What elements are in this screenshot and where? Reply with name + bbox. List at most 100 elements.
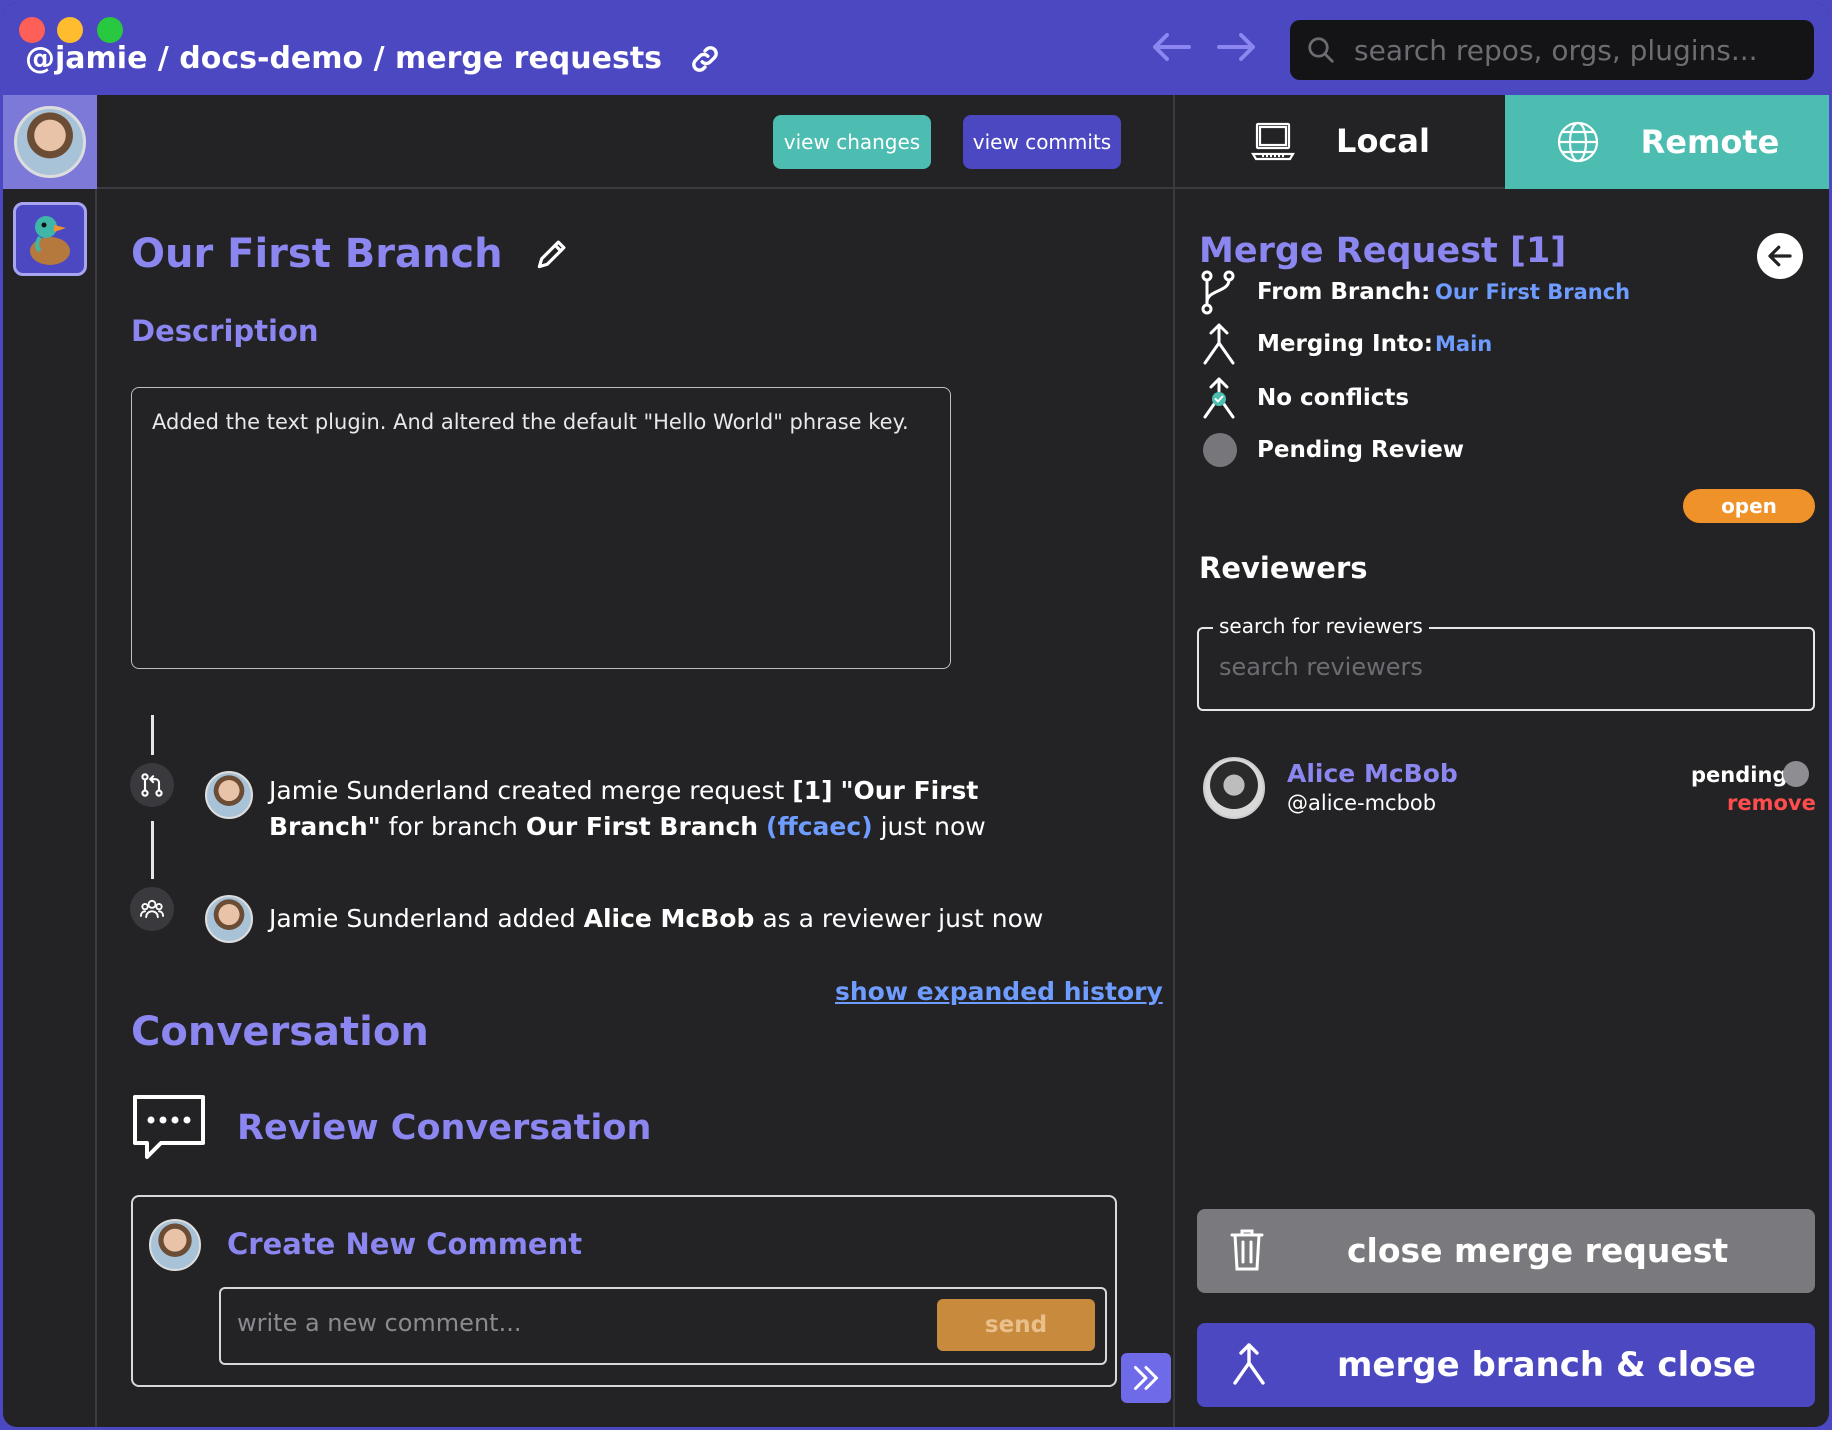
view-commits-button[interactable]: view commits — [963, 115, 1121, 169]
remove-reviewer-button[interactable]: remove — [1727, 791, 1816, 815]
conflicts-row: No conflicts — [1199, 373, 1409, 423]
merging-into-row: Merging Into: Main — [1199, 319, 1492, 369]
from-branch-row: From Branch: Our First Branch — [1199, 263, 1630, 321]
merge-branch-close-label: merge branch & close — [1337, 1345, 1756, 1385]
forward-arrow-icon[interactable] — [1213, 27, 1261, 67]
create-comment-card: Create New Comment send — [131, 1195, 1117, 1387]
view-changes-button[interactable]: view changes — [773, 115, 931, 169]
left-rail — [3, 95, 97, 1427]
reviewer-name[interactable]: Alice McBob — [1287, 759, 1458, 788]
center-toolbar: view changes view commits — [97, 95, 1175, 189]
event-time: just now — [872, 812, 986, 841]
pending-status-dot — [1203, 433, 1237, 467]
merge-icon — [1203, 323, 1235, 365]
reviewer-search-legend: search for reviewers — [1213, 614, 1429, 638]
review-conversation-label[interactable]: Review Conversation — [237, 1108, 651, 1148]
reviewer-search-field[interactable] — [1197, 627, 1815, 711]
tab-local[interactable]: Local — [1175, 95, 1505, 189]
review-status-row: Pending Review — [1199, 425, 1464, 475]
user-avatar[interactable] — [14, 106, 86, 178]
reviewer-handle: @alice-mcbob — [1287, 791, 1437, 815]
double-chevron-right-icon — [1134, 1366, 1158, 1390]
app-window: @jamie / docs-demo / merge requests sear… — [3, 3, 1829, 1427]
timeline-connector — [151, 821, 154, 879]
event-branch: Our First Branch — [525, 812, 759, 841]
merge-request-event-icon — [130, 763, 174, 807]
show-expanded-history-link[interactable]: show expanded history — [835, 977, 1163, 1006]
merge-request-title: Merge Request [1] — [1199, 231, 1567, 271]
reviewer-search-input[interactable] — [1219, 653, 1779, 681]
close-merge-request-label: close merge request — [1347, 1231, 1729, 1270]
expand-panel-button[interactable] — [1121, 1353, 1171, 1403]
event-avatar[interactable] — [205, 771, 253, 819]
reviewer-status-dot — [1783, 761, 1809, 787]
app-logo[interactable] — [13, 202, 87, 276]
laptop-icon — [1251, 122, 1295, 161]
conflicts-label: No conflicts — [1257, 385, 1410, 411]
branch-title-text: Our First Branch — [131, 231, 503, 277]
merging-into-value[interactable]: Main — [1435, 332, 1492, 356]
event-text: as a reviewer just now — [754, 904, 1044, 933]
close-merge-request-button[interactable]: close merge request — [1197, 1209, 1815, 1293]
merge-branch-close-button[interactable]: merge branch & close — [1197, 1323, 1815, 1407]
globe-icon — [1557, 121, 1598, 163]
reviewers-title: Reviewers — [1199, 551, 1368, 585]
title-bar: @jamie / docs-demo / merge requests — [3, 3, 1829, 95]
commit-hash-link[interactable]: (ffcaec) — [766, 812, 873, 841]
chat-bubble-icon — [133, 1095, 205, 1159]
from-branch-value[interactable]: Our First Branch — [1435, 280, 1630, 304]
comment-input[interactable] — [237, 1309, 837, 1337]
branch-title: Our First Branch — [131, 231, 571, 277]
trash-icon — [1230, 1229, 1264, 1271]
event-text: for branch — [380, 812, 526, 841]
back-arrow-icon[interactable] — [1147, 27, 1195, 67]
review-status-label: Pending Review — [1257, 437, 1465, 463]
tab-local-label: Local — [1336, 122, 1430, 160]
event-actor: Jamie Sunderland — [269, 904, 490, 933]
reviewer-status: pending — [1691, 763, 1788, 787]
from-branch-label: From Branch: — [1257, 279, 1431, 305]
main-content: Our First Branch Description Added the t… — [97, 189, 1173, 1427]
event-reviewer: Alice McBob — [583, 904, 755, 933]
close-window-button[interactable] — [19, 17, 45, 43]
tab-remote[interactable]: Remote — [1505, 95, 1829, 189]
tab-remote-label: Remote — [1640, 123, 1780, 161]
breadcrumb-text[interactable]: @jamie / docs-demo / merge requests — [25, 41, 662, 76]
event-avatar[interactable] — [205, 895, 253, 943]
link-icon[interactable] — [688, 42, 722, 76]
reviewers-event-icon — [130, 887, 174, 931]
duck-logo-icon — [30, 216, 70, 265]
maximize-window-button[interactable] — [97, 17, 123, 43]
comment-author-avatar — [149, 1219, 201, 1271]
history-event-created: Jamie Sunderland created merge request [… — [269, 773, 1089, 845]
arrow-left-icon — [1768, 245, 1792, 267]
minimize-window-button[interactable] — [57, 17, 83, 43]
breadcrumb: @jamie / docs-demo / merge requests — [25, 41, 722, 76]
rail-user-slot[interactable] — [3, 95, 97, 189]
history-event-reviewer-added: Jamie Sunderland added Alice McBob as a … — [269, 901, 1089, 937]
review-conversation-row[interactable]: Review Conversation — [131, 1093, 651, 1163]
global-search-input[interactable] — [1354, 33, 1774, 67]
comment-input-wrapper: send — [219, 1287, 1107, 1365]
merge-icon — [1233, 1343, 1265, 1385]
timeline-connector — [151, 715, 154, 755]
back-button[interactable] — [1757, 233, 1803, 279]
event-mr-number: [1] — [792, 776, 833, 805]
create-comment-title: Create New Comment — [227, 1227, 583, 1261]
merge-check-icon — [1203, 377, 1235, 419]
edit-pencil-icon[interactable] — [533, 235, 571, 273]
event-text: created merge request — [489, 776, 793, 805]
description-box[interactable]: Added the text plugin. And altered the d… — [131, 387, 951, 669]
search-icon — [1308, 37, 1334, 63]
event-text: added — [489, 904, 584, 933]
reviewer-avatar[interactable] — [1203, 757, 1265, 819]
merging-into-label: Merging Into: — [1257, 331, 1433, 357]
description-label: Description — [131, 314, 319, 348]
conversation-title: Conversation — [131, 1009, 429, 1055]
merge-request-panel: Merge Request [1] From Branch: Our First… — [1175, 189, 1829, 1427]
global-search[interactable] — [1290, 20, 1814, 80]
send-button[interactable]: send — [937, 1299, 1095, 1351]
branch-icon — [1201, 270, 1235, 315]
open-status-badge: open — [1683, 489, 1815, 523]
event-actor: Jamie Sunderland — [269, 776, 490, 805]
